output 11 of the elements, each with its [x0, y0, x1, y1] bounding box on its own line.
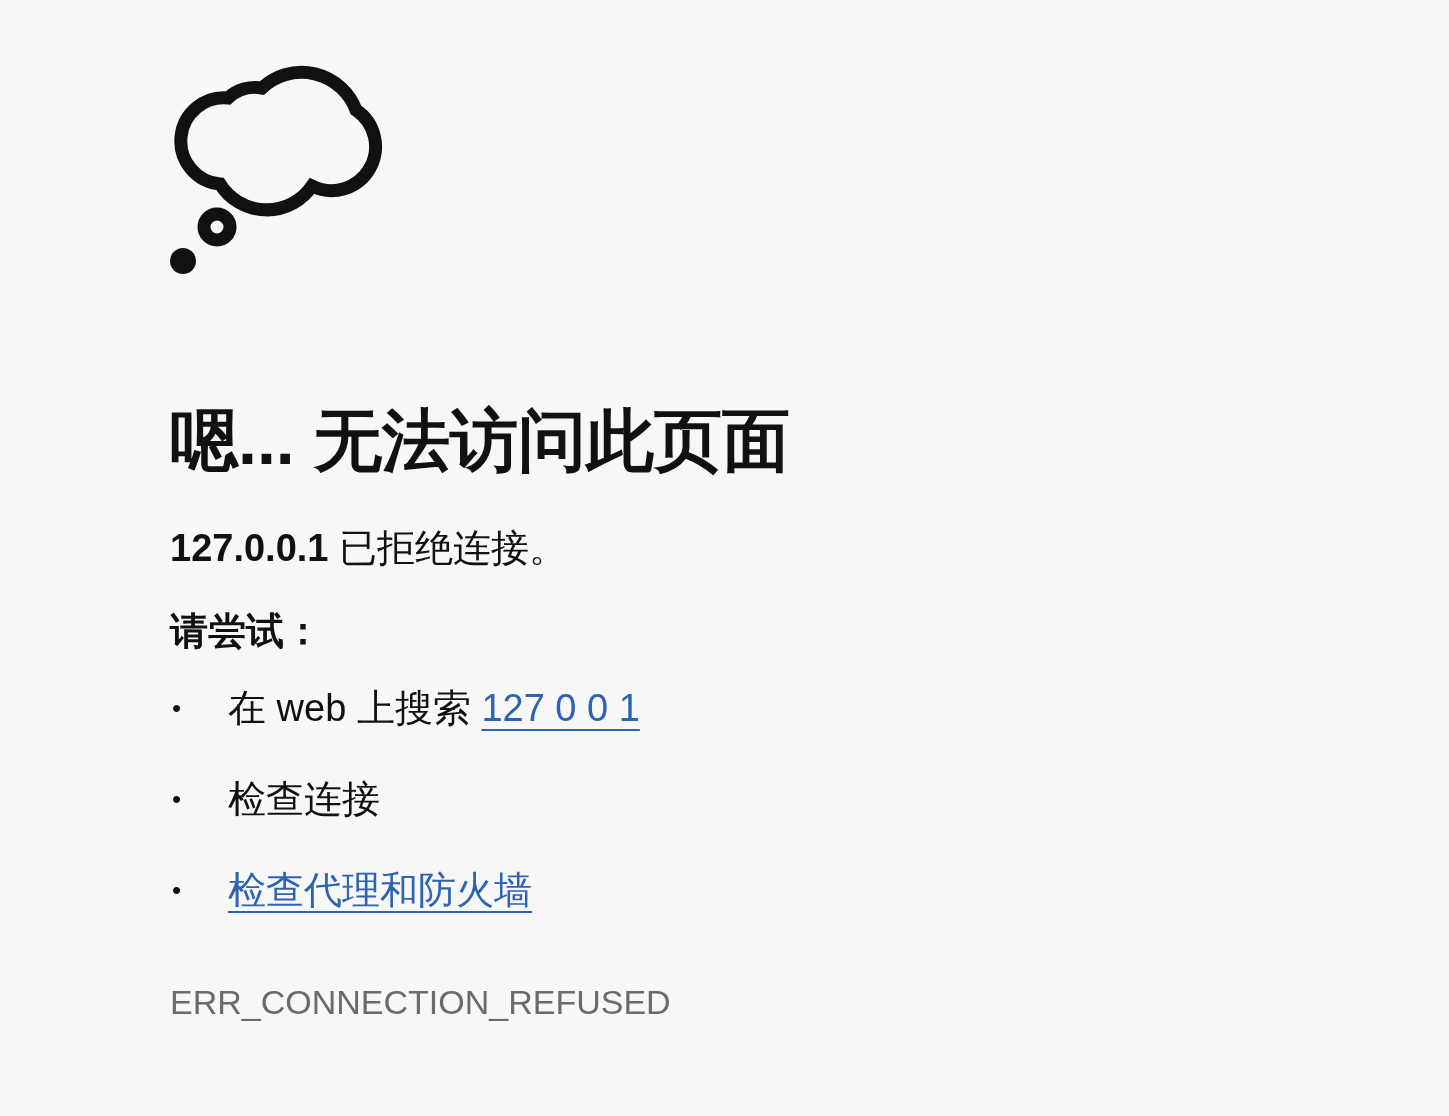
- suggestion-text: 检查连接: [228, 776, 380, 822]
- bullet: •: [171, 692, 183, 725]
- page-heading: 嗯... 无法访问此页面: [170, 401, 790, 480]
- error-message: 127.0.0.1 已拒绝连接。: [170, 525, 568, 571]
- suggestion-link[interactable]: 检查代理和防火墙: [228, 863, 532, 918]
- suggestions-label: 请尝试：: [170, 608, 322, 654]
- suggestion-link[interactable]: 127 0 0 1: [481, 686, 640, 729]
- bullet: •: [171, 783, 183, 817]
- suggestion-text: 在 web 上搜索 127 0 0 1: [228, 685, 640, 731]
- error-code: ERR_CONNECTION_REFUSED: [170, 982, 671, 1024]
- bullet: •: [171, 874, 183, 908]
